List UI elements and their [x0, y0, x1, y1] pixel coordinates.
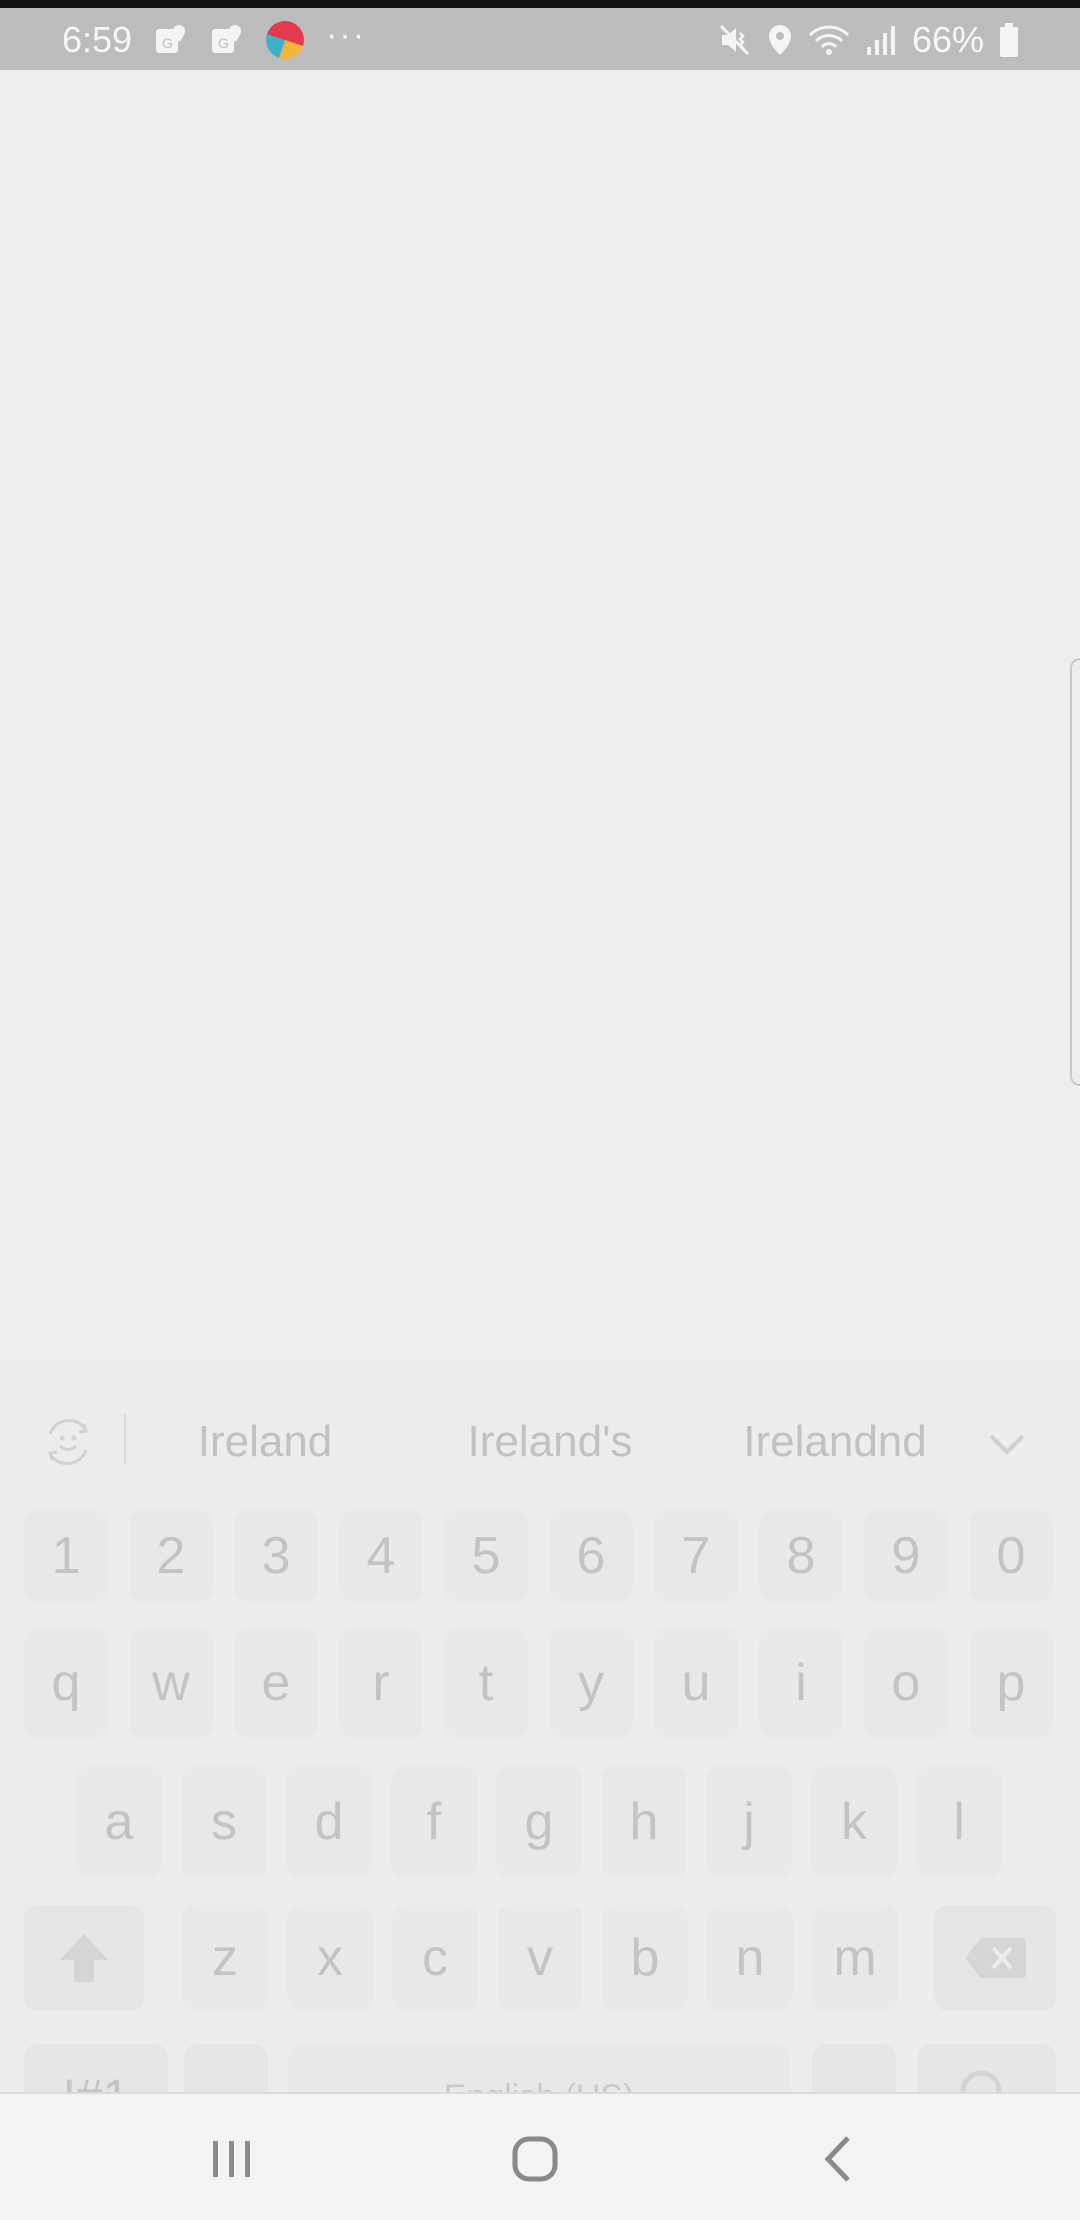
battery-percent: 66% — [911, 19, 984, 60]
key-3[interactable]: 3 — [234, 1510, 318, 1602]
key-0[interactable]: 0 — [969, 1510, 1053, 1602]
home-icon — [512, 2136, 558, 2182]
svg-text:G: G — [218, 35, 229, 51]
home-button[interactable] — [495, 2124, 575, 2194]
key-o[interactable]: o — [864, 1628, 948, 1738]
key-p[interactable]: p — [969, 1628, 1053, 1738]
key-m[interactable]: m — [812, 1905, 898, 2011]
suggestion-divider — [124, 1414, 126, 1464]
edge-panel-handle[interactable] — [1070, 658, 1080, 1086]
key-a[interactable]: a — [76, 1766, 162, 1878]
key-b[interactable]: b — [602, 1905, 688, 2011]
key-l[interactable]: l — [916, 1766, 1002, 1878]
chevron-down-icon[interactable] — [985, 1422, 1029, 1466]
status-bar: 6:59 G G ··· 66% — [0, 0, 1080, 70]
keyboard: Ireland Ireland's Irelandnd 1 2 3 4 5 6 … — [0, 1362, 1080, 2150]
maps-notification-icon-2: G — [210, 23, 244, 57]
key-e[interactable]: e — [234, 1628, 318, 1738]
key-4[interactable]: 4 — [339, 1510, 423, 1602]
key-7[interactable]: 7 — [654, 1510, 738, 1602]
location-icon — [766, 23, 794, 57]
suggestion-2[interactable]: Ireland's — [430, 1414, 670, 1470]
backspace-icon — [965, 1938, 1026, 1978]
key-s[interactable]: s — [181, 1766, 267, 1878]
key-y[interactable]: y — [549, 1628, 633, 1738]
navigation-bar — [0, 2092, 1080, 2220]
backspace-key[interactable] — [934, 1905, 1056, 2011]
key-x[interactable]: x — [287, 1905, 373, 2011]
key-q[interactable]: q — [24, 1628, 108, 1738]
wifi-icon — [808, 23, 850, 57]
recent-apps-icon — [213, 2141, 250, 2177]
battery-icon — [998, 22, 1020, 58]
key-r[interactable]: r — [339, 1628, 423, 1738]
key-k[interactable]: k — [811, 1766, 897, 1878]
maps-notification-icon: G — [154, 23, 188, 57]
key-n[interactable]: n — [707, 1905, 793, 2011]
key-9[interactable]: 9 — [864, 1510, 948, 1602]
emoji-toggle-icon[interactable] — [40, 1414, 96, 1470]
key-1[interactable]: 1 — [24, 1510, 108, 1602]
suggestion-3[interactable]: Irelandnd — [720, 1414, 950, 1470]
screen: 6:59 G G ··· 66% Ireland Ireland's Irela… — [0, 0, 1080, 2220]
key-j[interactable]: j — [706, 1766, 792, 1878]
shift-key[interactable] — [24, 1905, 144, 2011]
key-u[interactable]: u — [654, 1628, 738, 1738]
back-button[interactable] — [798, 2124, 878, 2194]
svg-text:G: G — [162, 35, 173, 51]
suggestion-1[interactable]: Ireland — [160, 1414, 370, 1470]
key-c[interactable]: c — [392, 1905, 478, 2011]
key-6[interactable]: 6 — [549, 1510, 633, 1602]
recent-apps-button[interactable] — [192, 2124, 272, 2194]
vibrate-mute-icon — [718, 23, 752, 57]
suggestion-bar: Ireland Ireland's Irelandnd — [0, 1362, 1080, 1514]
status-right: 66% — [718, 12, 1020, 68]
key-v[interactable]: v — [497, 1905, 583, 2011]
shift-arrow-icon — [60, 1934, 108, 1982]
key-g[interactable]: g — [496, 1766, 582, 1878]
key-t[interactable]: t — [444, 1628, 528, 1738]
key-h[interactable]: h — [601, 1766, 687, 1878]
more-notifications-icon: ··· — [326, 15, 367, 54]
back-icon — [824, 2136, 850, 2182]
key-w[interactable]: w — [129, 1628, 213, 1738]
key-8[interactable]: 8 — [759, 1510, 843, 1602]
key-f[interactable]: f — [391, 1766, 477, 1878]
key-z[interactable]: z — [182, 1905, 268, 2011]
signal-icon — [864, 23, 898, 57]
key-2[interactable]: 2 — [129, 1510, 213, 1602]
key-5[interactable]: 5 — [444, 1510, 528, 1602]
status-left: 6:59 G G ··· — [62, 12, 366, 68]
status-time: 6:59 — [62, 19, 133, 60]
app-notification-icon — [266, 21, 305, 59]
key-i[interactable]: i — [759, 1628, 843, 1738]
key-d[interactable]: d — [286, 1766, 372, 1878]
